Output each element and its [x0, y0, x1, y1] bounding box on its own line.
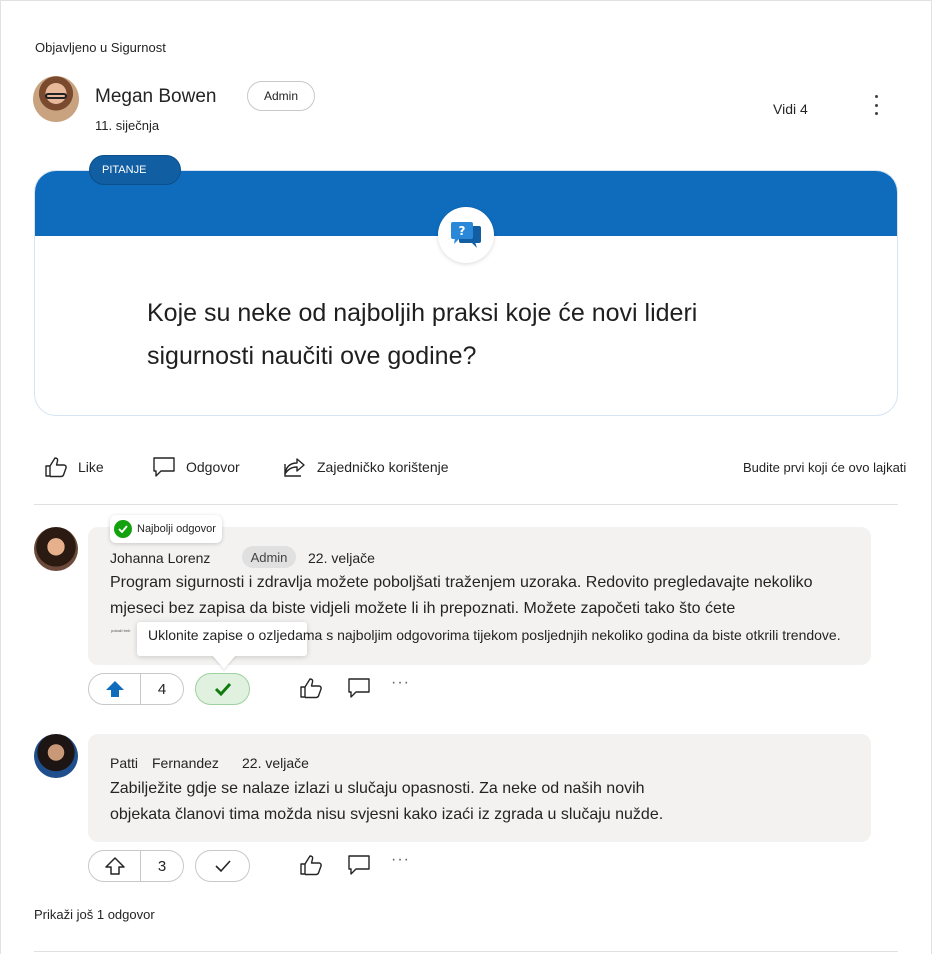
- vote-count: 3: [157, 857, 167, 875]
- accept-answer-button[interactable]: [195, 850, 250, 882]
- reply-author-last[interactable]: Fernandez: [152, 755, 219, 771]
- like-prompt: Budite prvi koji će ovo lajkati: [743, 460, 907, 475]
- like-label: Like: [78, 459, 104, 475]
- show-more-replies-link[interactable]: Prikaži još 1 odgovor: [34, 907, 155, 922]
- reply-author-first[interactable]: Patti: [110, 755, 138, 771]
- reply-text-line: Zabilježite gdje se nalaze izlazi u sluč…: [110, 780, 645, 797]
- comment-icon: [153, 457, 175, 477]
- like-button[interactable]: [298, 675, 324, 701]
- like-icon: [300, 855, 322, 876]
- post-date: 11. siječnja: [95, 118, 160, 133]
- tiny-text: pokaži beb: [111, 628, 131, 633]
- like-icon: [45, 457, 67, 478]
- author-avatar[interactable]: [33, 76, 79, 122]
- upvote-button[interactable]: [89, 674, 141, 704]
- reply-label: Odgovor: [186, 459, 240, 475]
- admin-badge: Admin: [247, 81, 315, 111]
- admin-badge: Admin: [242, 546, 296, 568]
- checkmark-icon: [214, 682, 231, 696]
- like-button[interactable]: [298, 852, 324, 878]
- like-button[interactable]: Like: [44, 452, 104, 482]
- comment-icon: [348, 855, 370, 875]
- reply-author[interactable]: Johanna Lorenz: [110, 550, 210, 566]
- best-answer-label: Najbolji odgovor: [137, 523, 216, 535]
- reply-date: 22. veljače: [242, 755, 309, 771]
- divider: [34, 951, 898, 952]
- reply-text-line: Uklonite zapise o ozljedama s najboljim …: [148, 627, 841, 643]
- more-options-icon[interactable]: ···: [391, 851, 410, 869]
- like-icon: [300, 678, 322, 699]
- divider: [34, 504, 898, 505]
- checkmark-icon: [214, 860, 231, 873]
- reply-button[interactable]: [346, 675, 372, 701]
- share-icon: [284, 458, 305, 477]
- reply-date: 22. veljače: [308, 550, 375, 566]
- share-label: Zajedničko korištenje: [317, 459, 449, 475]
- best-answer-badge: Najbolji odgovor: [110, 515, 222, 543]
- tooltip-arrow: [212, 655, 236, 669]
- avatar[interactable]: [34, 734, 78, 778]
- more-options-icon[interactable]: ···: [391, 674, 410, 692]
- upvote-button[interactable]: [89, 851, 141, 881]
- vote-group: 4: [88, 673, 184, 705]
- reply-button[interactable]: [346, 852, 372, 878]
- vote-group: 3: [88, 850, 184, 882]
- checkmark-circle-icon: [114, 520, 132, 538]
- vote-count: 4: [157, 680, 167, 698]
- comment-icon: [348, 678, 370, 698]
- arrow-up-icon: [104, 857, 125, 875]
- accept-answer-button[interactable]: [195, 673, 250, 705]
- question-tag: PITANJE: [89, 155, 181, 185]
- svg-text:?: ?: [459, 224, 466, 238]
- question-bubble-icon: ?: [438, 207, 494, 263]
- reply-text-line: mjeseci bez zapisa da biste vidjeli može…: [110, 600, 736, 617]
- share-button[interactable]: Zajedničko korištenje: [283, 452, 449, 482]
- author-name[interactable]: Megan Bowen: [95, 86, 216, 108]
- view-count: Vidi 4: [773, 101, 808, 117]
- reply-button[interactable]: Odgovor: [152, 452, 240, 482]
- reply-text-line: objekata članovi tima možda nisu svjesni…: [110, 806, 664, 823]
- avatar[interactable]: [34, 527, 78, 571]
- question-text: Koje su neke od najboljih praksi koje će…: [147, 299, 698, 370]
- more-vertical-icon[interactable]: [866, 93, 886, 117]
- arrow-up-filled-icon: [105, 681, 124, 697]
- posted-in-label: Objavljeno u Sigurnost: [35, 40, 166, 55]
- reply-text-line: Program sigurnosti i zdravlja možete pob…: [110, 574, 813, 591]
